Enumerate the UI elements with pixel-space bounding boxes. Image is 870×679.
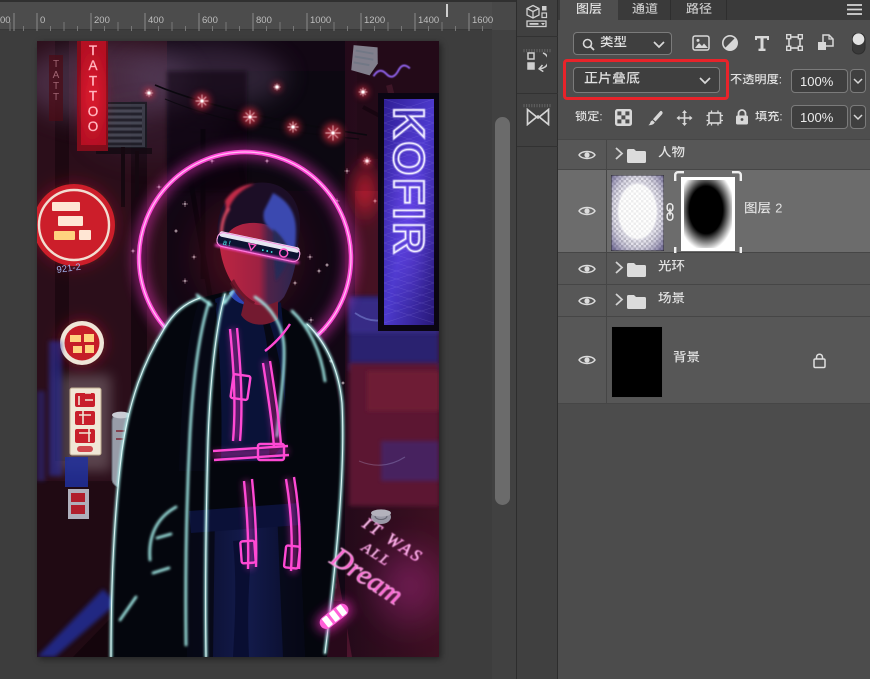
svg-text:KOFIR: KOFIR <box>384 107 433 256</box>
svg-text:2: 2 <box>775 202 782 215</box>
svg-text::: : <box>779 111 782 123</box>
svg-text::: : <box>599 111 602 123</box>
svg-text:800: 800 <box>256 15 272 26</box>
svg-text:1200: 1200 <box>364 15 385 26</box>
svg-text:400: 400 <box>148 15 164 26</box>
svg-text:1000: 1000 <box>310 15 331 26</box>
svg-text:TATT: TATT <box>53 59 60 103</box>
svg-text::: : <box>779 74 782 86</box>
svg-text:1400: 1400 <box>418 15 439 26</box>
svg-text:1600: 1600 <box>472 15 493 26</box>
svg-text:00: 00 <box>0 15 11 26</box>
svg-text:200: 200 <box>94 15 110 26</box>
svg-text:TATTOO: TATTOO <box>88 43 99 134</box>
svg-text:600: 600 <box>202 15 218 26</box>
svg-text:0: 0 <box>40 15 45 26</box>
